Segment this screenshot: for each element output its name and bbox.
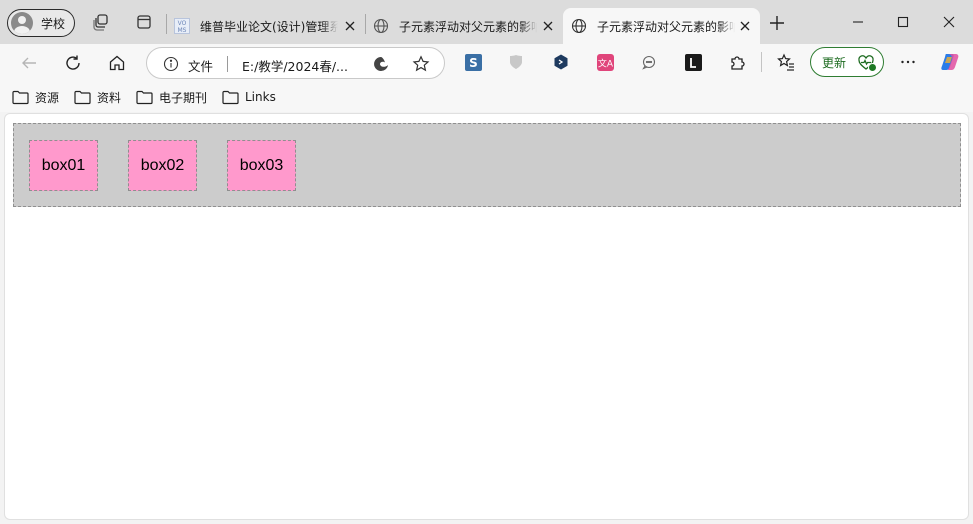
address-separator (227, 56, 228, 72)
svg-text:文A: 文A (597, 57, 613, 69)
extension-l-icon[interactable] (684, 53, 702, 71)
new-tab-icon[interactable] (767, 13, 787, 33)
workspaces-icon[interactable] (91, 12, 111, 32)
bookmark-folder-resources[interactable]: 资源 (12, 89, 59, 105)
refresh-icon[interactable] (62, 52, 84, 74)
tab-3-active[interactable]: 子元素浮动对父元素的影响 (563, 8, 760, 44)
extension-shield-icon[interactable] (507, 53, 525, 71)
address-url[interactable]: E:/教学/2024春/... (242, 56, 348, 75)
bookmark-label: 资料 (97, 90, 122, 105)
extension-s-icon[interactable]: S (464, 53, 482, 71)
tab-2[interactable]: 子元素浮动对父元素的影响 (365, 8, 563, 44)
folder-icon (74, 90, 91, 104)
favorites-icon[interactable] (777, 53, 795, 71)
close-icon[interactable] (344, 20, 356, 32)
favorite-star-icon[interactable] (412, 55, 430, 73)
folder-icon (136, 90, 153, 104)
close-icon[interactable] (739, 20, 751, 32)
page-viewport: box01 box02 box03 (4, 113, 969, 520)
edge-icon[interactable] (372, 55, 390, 73)
address-scheme-label: 文件 (188, 59, 214, 74)
globe-icon (373, 18, 389, 34)
update-button[interactable]: 更新 (810, 47, 884, 77)
bookmarks-bar: 资源 资料 电子期刊 Links (0, 82, 973, 112)
bookmark-label: Links (245, 90, 276, 104)
address-bar[interactable]: 文件 E:/教学/2024春/... (146, 47, 445, 79)
minimize-icon[interactable] (847, 11, 869, 33)
vip-favicon-icon: VO MS (174, 18, 190, 34)
back-icon[interactable] (18, 52, 40, 74)
bookmark-folder-journals[interactable]: 电子期刊 (136, 89, 207, 105)
extensions-puzzle-icon[interactable] (728, 53, 746, 71)
globe-icon (571, 18, 587, 34)
window-close-icon[interactable] (938, 11, 960, 33)
folder-icon (222, 90, 239, 104)
copilot-icon[interactable] (939, 51, 961, 73)
svg-text:VO: VO (178, 20, 187, 27)
svg-text:S: S (469, 56, 478, 70)
parent-box: box01 box02 box03 (13, 123, 961, 207)
update-badge (868, 63, 877, 72)
bookmark-label: 资源 (35, 90, 60, 105)
extension-hexagon-icon[interactable] (552, 53, 570, 71)
tab-actions-icon[interactable] (134, 12, 154, 32)
extension-chat-icon[interactable] (640, 53, 658, 71)
toolbar: 文件 E:/教学/2024春/... S 文A 更新 (0, 44, 973, 82)
child-box-1: box01 (29, 140, 98, 191)
tab-title: 子元素浮动对父元素的影响 (399, 19, 537, 34)
home-icon[interactable] (106, 52, 128, 74)
bookmark-label: 电子期刊 (159, 90, 208, 105)
title-bar: 学校 VO MS 维普毕业论文(设计)管理系统 (0, 0, 973, 44)
bookmark-folder-materials[interactable]: 资料 (74, 89, 121, 105)
profile-avatar-icon (11, 12, 33, 34)
info-icon[interactable] (163, 56, 179, 72)
tab-1[interactable]: VO MS 维普毕业论文(设计)管理系统 (166, 8, 365, 44)
child-box-3: box03 (227, 140, 296, 191)
bookmark-folder-links[interactable]: Links (222, 89, 276, 105)
update-label: 更新 (822, 55, 847, 70)
tab-title: 子元素浮动对父元素的影响 (597, 19, 735, 34)
profile-label: 学校 (41, 16, 66, 31)
profile-button[interactable]: 学校 (7, 9, 75, 37)
more-icon[interactable] (899, 53, 917, 71)
close-icon[interactable] (542, 20, 554, 32)
toolbar-separator (761, 52, 762, 72)
folder-icon (12, 90, 29, 104)
child-box-2: box02 (128, 140, 197, 191)
svg-text:MS: MS (178, 27, 187, 34)
maximize-icon[interactable] (892, 11, 914, 33)
extension-translate-icon[interactable]: 文A (596, 53, 614, 71)
tab-title: 维普毕业论文(设计)管理系统 (200, 19, 338, 34)
